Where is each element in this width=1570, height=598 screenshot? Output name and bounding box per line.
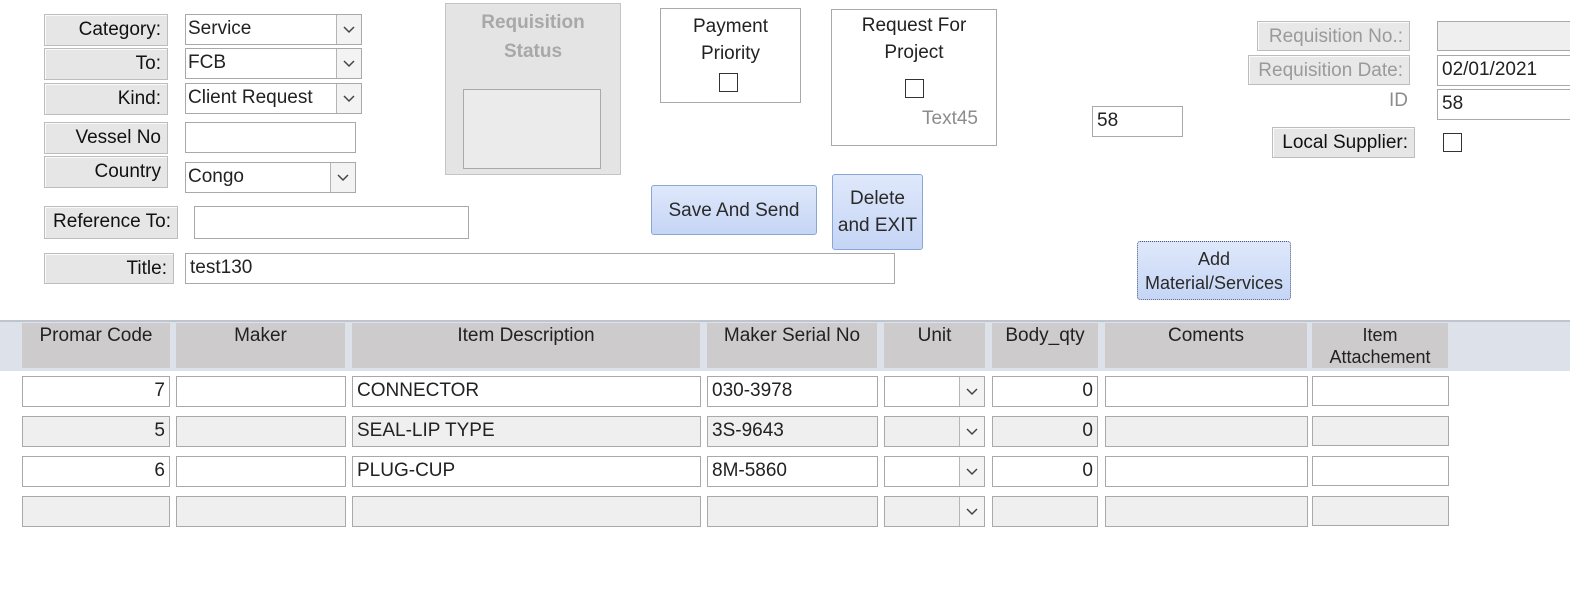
request-for-project-panel: Request For Project Text45 xyxy=(831,9,997,146)
cell-promar-code[interactable]: 5 xyxy=(22,416,170,447)
cell-item-description[interactable]: SEAL-LIP TYPE xyxy=(352,416,701,447)
requisition-status-label-1: Requisition xyxy=(481,12,585,33)
save-and-send-button[interactable]: Save And Send xyxy=(651,185,817,235)
column-header-unit: Unit xyxy=(884,323,985,368)
column-header-maker-serial-no: Maker Serial No xyxy=(707,323,877,368)
column-header-item-description: Item Description xyxy=(352,323,700,368)
column-header-body-qty: Body_qty xyxy=(992,323,1098,368)
request-for-project-checkbox[interactable] xyxy=(905,79,924,98)
requisition-no-label: Requisition No.: xyxy=(1257,21,1410,51)
reference-to-label: Reference To: xyxy=(44,206,178,239)
chevron-down-icon[interactable] xyxy=(336,49,361,78)
requisition-no-input[interactable] xyxy=(1437,21,1570,51)
cell-comments[interactable] xyxy=(1105,456,1308,487)
payment-priority-label-2: Priority xyxy=(700,43,761,64)
reference-to-input[interactable] xyxy=(194,206,469,239)
cell-maker-serial[interactable]: 3S-9643 xyxy=(707,416,878,447)
cell-body-qty[interactable]: 0 xyxy=(992,456,1098,487)
cell-unit-combo[interactable] xyxy=(884,456,985,487)
cell-attachment[interactable] xyxy=(1312,456,1449,486)
cell-attachment[interactable] xyxy=(1312,376,1449,406)
cell-unit-combo[interactable] xyxy=(884,376,985,407)
cell-attachment[interactable] xyxy=(1312,416,1449,446)
delete-and-exit-button[interactable]: Delete and EXIT xyxy=(832,174,923,250)
cell-maker[interactable] xyxy=(176,416,346,447)
title-input[interactable]: test130 xyxy=(185,253,895,284)
title-label: Title: xyxy=(44,253,174,284)
requisition-status-box xyxy=(463,89,601,169)
chevron-down-icon[interactable] xyxy=(336,84,361,113)
request-for-project-label-2: Project xyxy=(884,42,944,63)
chevron-down-icon[interactable] xyxy=(959,417,984,446)
cell-item-description[interactable]: PLUG-CUP xyxy=(352,456,701,487)
attachment-header-1: Item xyxy=(1362,325,1398,345)
country-label: Country xyxy=(44,156,168,188)
kind-label: Kind: xyxy=(44,83,168,115)
vessel-no-label: Vessel No xyxy=(44,122,168,154)
chevron-down-icon[interactable] xyxy=(336,15,361,44)
id-input[interactable]: 58 xyxy=(1437,89,1570,120)
column-header-promar-code: Promar Code xyxy=(22,323,170,368)
cell-body-qty[interactable]: 0 xyxy=(992,376,1098,407)
requisition-date-input[interactable]: 02/01/2021 xyxy=(1437,55,1570,86)
category-combo[interactable]: Service xyxy=(185,14,362,45)
column-header-maker: Maker xyxy=(176,323,345,368)
cell-maker[interactable] xyxy=(176,496,346,527)
column-header-comments: Coments xyxy=(1105,323,1307,368)
delete-exit-label-2: and EXIT xyxy=(837,215,918,236)
payment-priority-panel: Payment Priority xyxy=(660,8,801,103)
add-material-services-button[interactable]: Add Material/Services xyxy=(1137,241,1291,300)
chevron-down-icon[interactable] xyxy=(959,457,984,486)
cell-comments[interactable] xyxy=(1105,416,1308,447)
local-supplier-label: Local Supplier: xyxy=(1272,127,1415,158)
cell-body-qty[interactable]: 0 xyxy=(992,416,1098,447)
chevron-down-icon[interactable] xyxy=(959,497,984,526)
cell-unit-combo[interactable] xyxy=(884,416,985,447)
to-combo[interactable]: FCB xyxy=(185,48,362,79)
cell-maker-serial[interactable] xyxy=(707,496,878,527)
cell-promar-code[interactable] xyxy=(22,496,170,527)
category-value: Service xyxy=(188,18,252,39)
text45-label: Text45 xyxy=(922,108,978,129)
cell-promar-code[interactable]: 7 xyxy=(22,376,170,407)
cell-attachment[interactable] xyxy=(1312,496,1449,526)
cell-maker-serial[interactable]: 8M-5860 xyxy=(707,456,878,487)
requisition-status-label-2: Status xyxy=(503,41,563,62)
payment-priority-checkbox[interactable] xyxy=(719,73,738,92)
cell-unit-combo[interactable] xyxy=(884,496,985,527)
requisition-date-label: Requisition Date: xyxy=(1248,55,1410,85)
cell-item-description[interactable]: CONNECTOR xyxy=(352,376,701,407)
vessel-no-input[interactable] xyxy=(185,122,356,153)
add-material-label-2: Material/Services xyxy=(1144,272,1284,293)
cell-comments[interactable] xyxy=(1105,376,1308,407)
id-mirror-input[interactable]: 58 xyxy=(1092,106,1183,137)
payment-priority-label-1: Payment xyxy=(693,16,768,37)
kind-combo[interactable]: Client Request xyxy=(185,83,362,114)
cell-maker-serial[interactable]: 030-3978 xyxy=(707,376,878,407)
delete-exit-label-1: Delete xyxy=(850,188,905,209)
chevron-down-icon[interactable] xyxy=(330,163,355,192)
chevron-down-icon[interactable] xyxy=(959,377,984,406)
country-value: Congo xyxy=(188,166,244,187)
local-supplier-checkbox[interactable] xyxy=(1443,133,1462,152)
to-value: FCB xyxy=(188,52,226,73)
cell-maker[interactable] xyxy=(176,376,346,407)
kind-value: Client Request xyxy=(188,87,313,108)
cell-promar-code[interactable]: 6 xyxy=(22,456,170,487)
cell-body-qty[interactable] xyxy=(992,496,1098,527)
attachment-header-2: Attachement xyxy=(1329,347,1431,367)
column-header-item-attachment: Item Attachement xyxy=(1312,323,1448,368)
category-label: Category: xyxy=(44,14,168,46)
to-label: To: xyxy=(44,48,168,80)
request-for-project-label-1: Request For xyxy=(861,15,967,36)
add-material-label-1: Add xyxy=(1197,248,1231,269)
cell-item-description[interactable] xyxy=(352,496,701,527)
id-label: ID xyxy=(1389,90,1408,111)
country-combo[interactable]: Congo xyxy=(185,162,356,193)
cell-comments[interactable] xyxy=(1105,496,1308,527)
cell-maker[interactable] xyxy=(176,456,346,487)
requisition-status-panel: Requisition Status xyxy=(445,3,621,175)
